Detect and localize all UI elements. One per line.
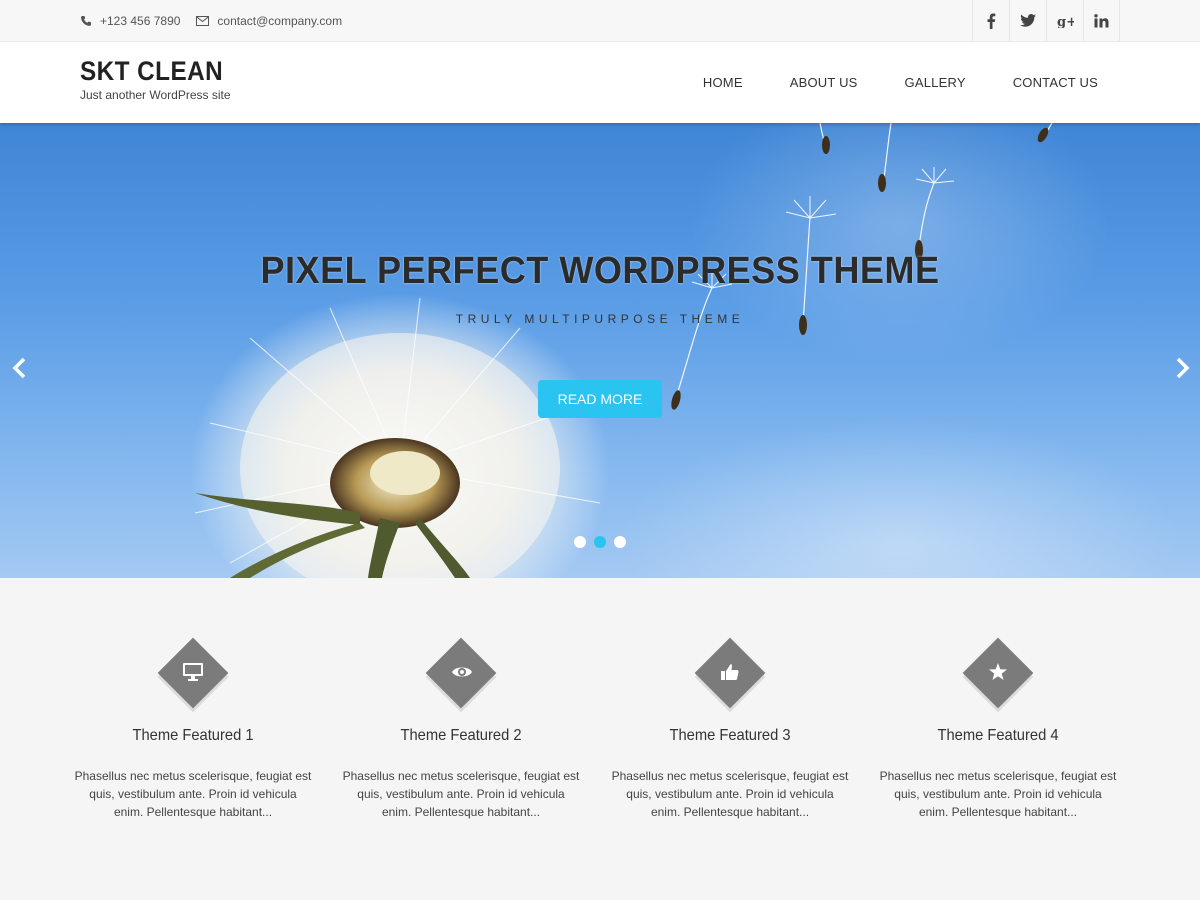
nav-item-about-us[interactable]: ABOUT US bbox=[790, 75, 858, 90]
feature-description: Phasellus nec metus scelerisque, feugiat… bbox=[74, 769, 312, 819]
phone-info: +123 456 7890 bbox=[80, 14, 180, 28]
feature-description: Phasellus nec metus scelerisque, feugiat… bbox=[611, 769, 849, 819]
slider-pagination bbox=[574, 536, 626, 548]
features-section: Theme Featured 1 Phasellus nec metus sce… bbox=[0, 578, 1200, 900]
dandelion-image bbox=[190, 123, 1053, 578]
top-bar: +123 456 7890 contact@company.com g+ bbox=[0, 0, 1200, 42]
nav-item-contact-us[interactable]: CONTACT US bbox=[1013, 75, 1098, 90]
phone-number: +123 456 7890 bbox=[100, 13, 181, 28]
feature-title[interactable]: Theme Featured 4 bbox=[888, 727, 1109, 745]
site-header: SKT CLEAN Just another WordPress site HO… bbox=[0, 42, 1200, 123]
email-info[interactable]: contact@company.com bbox=[196, 14, 342, 28]
hero-subtitle: TRULY MULTIPURPOSE THEME bbox=[455, 312, 745, 326]
feature-description: Phasellus nec metus scelerisque, feugiat… bbox=[879, 769, 1117, 819]
nav-item-gallery[interactable]: GALLERY bbox=[905, 75, 966, 90]
feature-icon-badge[interactable] bbox=[694, 637, 766, 713]
nav-item-home[interactable]: HOME bbox=[703, 75, 743, 90]
slide-dot-2[interactable] bbox=[594, 536, 606, 548]
site-logo[interactable]: SKT CLEAN Just another WordPress site bbox=[80, 56, 239, 102]
read-more-button[interactable]: READ MORE bbox=[538, 380, 662, 418]
phone-icon bbox=[80, 15, 92, 27]
feature-icon-badge[interactable] bbox=[425, 637, 497, 713]
linkedin-icon[interactable] bbox=[1083, 0, 1120, 41]
site-name[interactable]: SKT CLEAN bbox=[80, 56, 223, 87]
next-slide-arrow-icon[interactable] bbox=[1172, 356, 1192, 380]
feature-description: Phasellus nec metus scelerisque, feugiat… bbox=[342, 769, 580, 819]
svg-text:g+: g+ bbox=[1057, 15, 1074, 28]
main-nav: HOME ABOUT US GALLERY CONTACT US bbox=[703, 42, 1098, 123]
slide-dot-1[interactable] bbox=[574, 536, 586, 548]
hero-slider: PIXEL PERFECT WORDPRESS THEME TRULY MULT… bbox=[0, 123, 1200, 578]
email-address[interactable]: contact@company.com bbox=[217, 14, 342, 28]
social-links: g+ bbox=[972, 0, 1120, 42]
hero-title: PIXEL PERFECT WORDPRESS THEME bbox=[260, 250, 940, 292]
envelope-icon bbox=[196, 15, 210, 26]
facebook-icon[interactable] bbox=[972, 0, 1009, 41]
twitter-icon[interactable] bbox=[1009, 0, 1046, 41]
feature-title[interactable]: Theme Featured 3 bbox=[620, 727, 841, 745]
contact-info: +123 456 7890 contact@company.com bbox=[80, 0, 342, 41]
feature-icon-badge[interactable] bbox=[157, 637, 229, 713]
feature-title[interactable]: Theme Featured 2 bbox=[351, 727, 572, 745]
slide-dot-3[interactable] bbox=[614, 536, 626, 548]
feature-title[interactable]: Theme Featured 1 bbox=[83, 727, 304, 745]
google-plus-icon[interactable]: g+ bbox=[1046, 0, 1083, 41]
prev-slide-arrow-icon[interactable] bbox=[10, 356, 30, 380]
feature-icon-badge[interactable] bbox=[962, 637, 1034, 713]
site-tagline: Just another WordPress site bbox=[80, 88, 231, 102]
